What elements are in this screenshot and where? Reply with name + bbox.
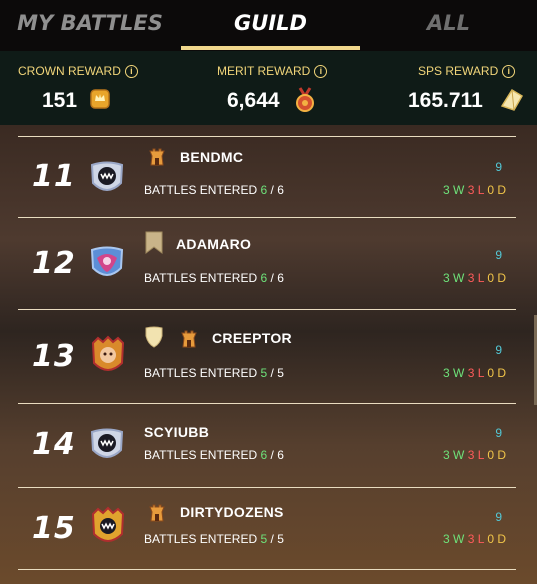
crown-reward-value: 151	[42, 89, 78, 112]
battles-entered-label: BATTLES ENTERED	[144, 271, 258, 285]
tab-all[interactable]: ALL	[360, 0, 537, 51]
win-loss-draw: 3 W 3 L 0 D	[443, 448, 506, 462]
leaderboard-row[interactable]: 14 SCYIUBB BATTLES ENTERED 6 / 6 9 3 W 3…	[18, 405, 516, 488]
player-name[interactable]: ADAMARO	[176, 236, 251, 252]
guild-tower-icon	[181, 330, 197, 348]
wins: 3 W	[443, 366, 465, 380]
leaderboard-row[interactable]: 15 DIRTYDOZENS BATTLES ENTERED 5 / 5 9 3…	[18, 489, 516, 570]
win-loss-draw: 3 W 3 L 0 D	[443, 366, 506, 380]
player-score: 9	[495, 426, 502, 440]
draws: 0 D	[487, 366, 506, 380]
sps-crystal-icon	[500, 88, 524, 111]
battles-total-count: 6	[277, 183, 284, 197]
crown-reward: CROWN REWARD i 151	[0, 51, 179, 125]
merit-reward-label: MERIT REWARD i	[217, 64, 328, 78]
rank-banner-icon	[145, 231, 163, 254]
win-loss-draw: 3 W 3 L 0 D	[443, 183, 506, 197]
battles-entered-label: BATTLES ENTERED	[144, 448, 258, 462]
rank-number: 14	[32, 427, 76, 462]
rank-number: 11	[32, 159, 76, 194]
crown-reward-label: CROWN REWARD i	[18, 64, 138, 78]
player-name[interactable]: BENDMC	[180, 149, 243, 165]
wins: 3 W	[443, 448, 465, 462]
battles-entered-count: 6	[260, 183, 268, 197]
losses: 3 L	[467, 271, 484, 285]
leaderboard-row[interactable]: 12 ADAMARO BATTLES ENTERED 6 / 6 9 3 W 3…	[18, 219, 516, 310]
merit-reward: MERIT REWARD i 6,644	[179, 51, 358, 125]
battles-total-count: 5	[277, 366, 284, 380]
guild-tower-icon	[149, 148, 165, 166]
sps-reward-label: SPS REWARD i	[418, 64, 516, 78]
battles-entered: BATTLES ENTERED 6 / 6	[144, 448, 284, 462]
player-score: 9	[495, 510, 502, 524]
rewards-bar: CROWN REWARD i 151 MERIT REWARD i 6,644 SP…	[0, 51, 537, 125]
info-icon[interactable]: i	[502, 65, 516, 78]
player-name[interactable]: DIRTYDOZENS	[180, 504, 284, 520]
battles-entered: BATTLES ENTERED 6 / 6	[144, 271, 284, 285]
rank-number: 15	[32, 511, 76, 546]
player-score: 9	[495, 343, 502, 357]
draws: 0 D	[487, 271, 506, 285]
losses: 3 L	[467, 183, 484, 197]
player-score: 9	[495, 160, 502, 174]
sps-reward-value: 165.711	[408, 89, 483, 112]
player-name[interactable]: SCYIUBB	[144, 424, 209, 440]
leaderboard-row[interactable]: 11 BENDMC BATTLES ENTERED 6 / 6 9 3 W 3 …	[18, 136, 516, 218]
info-icon[interactable]: i	[314, 65, 328, 78]
active-tab-indicator	[181, 46, 360, 50]
battles-entered: BATTLES ENTERED 6 / 6	[144, 183, 284, 197]
wins: 3 W	[443, 183, 465, 197]
guild-emblem-icon	[91, 335, 125, 371]
battles-entered-count: 5	[260, 366, 268, 380]
guild-emblem-icon	[90, 161, 124, 191]
losses: 3 L	[467, 366, 484, 380]
draws: 0 D	[487, 532, 506, 546]
guild-emblem-icon	[90, 246, 124, 276]
guild-tower-icon	[149, 504, 165, 522]
guild-emblem-icon	[91, 506, 125, 542]
merit-medal-icon	[296, 87, 314, 112]
battles-entered-label: BATTLES ENTERED	[144, 532, 258, 546]
battles-entered-count: 6	[260, 271, 268, 285]
rank-number: 12	[32, 246, 76, 281]
info-icon[interactable]: i	[124, 65, 138, 78]
battles-entered: BATTLES ENTERED 5 / 5	[144, 366, 284, 380]
losses: 3 L	[467, 448, 484, 462]
battle-tabs: MY BATTLES GUILD ALL	[0, 0, 537, 51]
shield-icon	[145, 326, 163, 348]
player-score: 9	[495, 248, 502, 262]
crown-reward-label-text: CROWN REWARD	[18, 64, 121, 78]
battles-entered-count: 6	[260, 448, 268, 462]
battles-total-count: 6	[277, 271, 284, 285]
sps-reward: SPS REWARD i 165.711	[358, 51, 537, 125]
losses: 3 L	[467, 532, 484, 546]
tab-guild[interactable]: GUILD	[181, 0, 360, 51]
wins: 3 W	[443, 271, 465, 285]
leaderboard-row[interactable]: 13 CREEPTOR BATTLES ENTERED 5 / 5 9 3 W …	[18, 311, 516, 404]
draws: 0 D	[487, 448, 506, 462]
battles-entered-count: 5	[260, 532, 268, 546]
merit-reward-label-text: MERIT REWARD	[217, 64, 311, 78]
battles-entered-label: BATTLES ENTERED	[144, 366, 258, 380]
guild-leaderboard: 11 BENDMC BATTLES ENTERED 6 / 6 9 3 W 3 …	[0, 125, 537, 584]
guild-emblem-icon	[90, 428, 124, 458]
crown-reward-icon	[90, 89, 110, 109]
battles-total-count: 5	[277, 532, 284, 546]
wins: 3 W	[443, 532, 465, 546]
win-loss-draw: 3 W 3 L 0 D	[443, 532, 506, 546]
battles-entered: BATTLES ENTERED 5 / 5	[144, 532, 284, 546]
battles-entered-label: BATTLES ENTERED	[144, 183, 258, 197]
merit-reward-value: 6,644	[227, 89, 280, 112]
player-name[interactable]: CREEPTOR	[212, 330, 292, 346]
rank-number: 13	[32, 339, 76, 374]
win-loss-draw: 3 W 3 L 0 D	[443, 271, 506, 285]
draws: 0 D	[487, 183, 506, 197]
battles-total-count: 6	[277, 448, 284, 462]
tab-my-battles[interactable]: MY BATTLES	[0, 0, 180, 51]
sps-reward-label-text: SPS REWARD	[418, 64, 499, 78]
